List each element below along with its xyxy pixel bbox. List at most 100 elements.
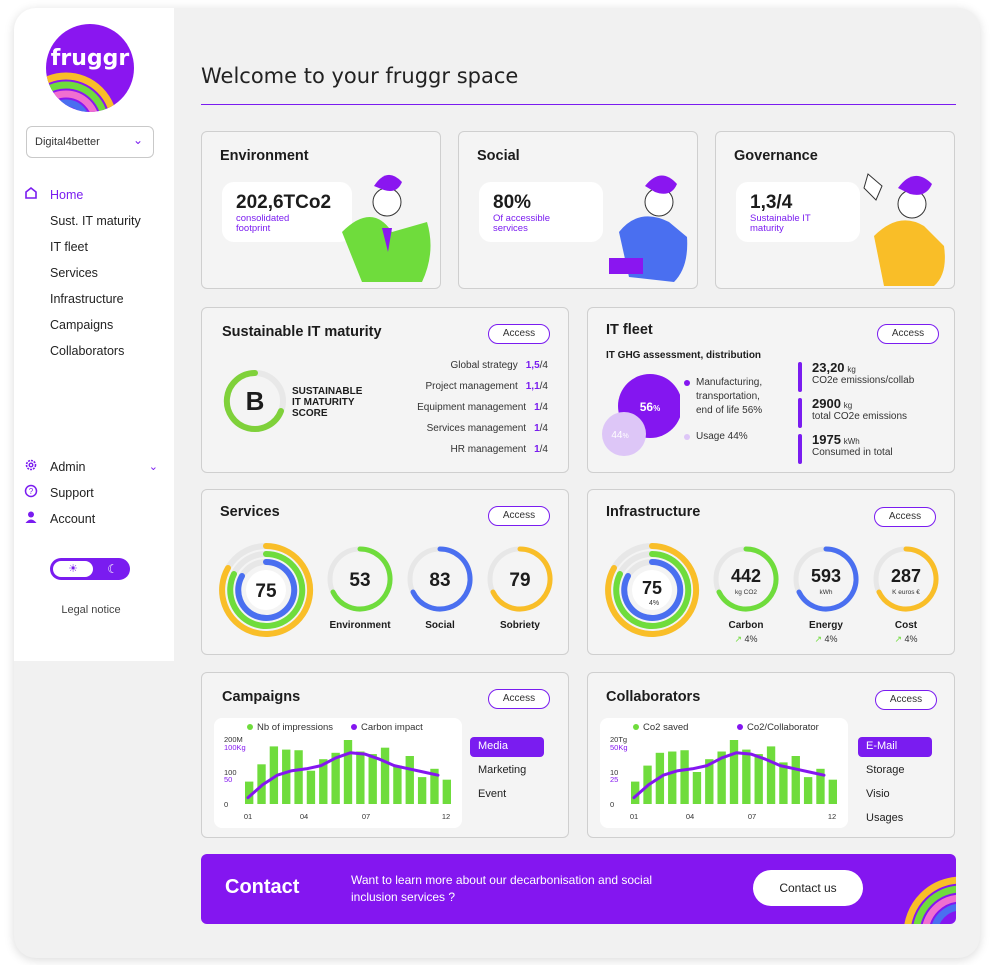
- maturity-grade: B: [246, 386, 265, 416]
- nav-item-campaigns[interactable]: Campaigns: [24, 316, 141, 342]
- pct-unit: %: [622, 433, 628, 440]
- menu-item-usages[interactable]: Usages: [858, 809, 932, 829]
- nav-item-services[interactable]: Services: [24, 264, 141, 290]
- manufacturing-pct: 56: [640, 400, 654, 414]
- legend-text: end of life 56%: [696, 405, 763, 416]
- card-title: Governance: [734, 148, 818, 164]
- legal-notice-link[interactable]: Legal notice: [14, 604, 168, 616]
- social-kpi: 80% Of accessible services: [479, 182, 603, 242]
- y-tick-label: 25: [610, 775, 618, 784]
- maturity-row-max: /4: [539, 402, 548, 413]
- organization-select[interactable]: Digital4better ⌄: [26, 126, 154, 158]
- nav-item-sust-it-maturity[interactable]: Sust. IT maturity: [24, 212, 141, 238]
- home-icon: [24, 186, 40, 202]
- nav-item-infrastructure[interactable]: Infrastructure: [24, 290, 141, 316]
- collaborators-access-button[interactable]: Access: [875, 690, 937, 710]
- usage-pct: 44: [611, 430, 623, 441]
- governance-card[interactable]: Governance 1,3/4 Sustainable IT maturity: [715, 131, 955, 289]
- menu-item-marketing[interactable]: Marketing: [470, 761, 544, 781]
- gauge-delta-value: 4%: [904, 634, 918, 644]
- bar: [380, 747, 390, 804]
- kpi-value: 202,6TCo2: [236, 192, 332, 213]
- gauge-sobriety: 79 Sobriety: [480, 544, 560, 648]
- legend-usage: Usage 44%: [684, 430, 762, 444]
- nav-label: IT fleet: [50, 240, 88, 254]
- nav-label: Admin: [50, 460, 86, 474]
- legend-manufacturing: Manufacturing, transportation, end of li…: [684, 376, 762, 418]
- metric-bar: [798, 434, 802, 464]
- fleet-metric: 1975 kWh Consumed in total: [798, 432, 948, 464]
- campaigns-card: Campaigns Access Nb of impressions Carbon…: [201, 672, 569, 838]
- logo-wordmark: fruggr: [50, 46, 130, 71]
- legend-label: Co2/Collaborator: [747, 722, 819, 733]
- maturity-row-value: 1,5: [525, 360, 540, 371]
- bar: [754, 754, 763, 804]
- contact-us-button[interactable]: Contact us: [753, 870, 863, 906]
- bar: [294, 750, 303, 804]
- bar: [742, 749, 751, 804]
- nav-item-it-fleet[interactable]: IT fleet: [24, 238, 141, 264]
- it-fleet-access-button[interactable]: Access: [877, 324, 939, 344]
- contact-title: Contact: [225, 876, 300, 898]
- menu-item-event[interactable]: Event: [470, 785, 544, 805]
- ghg-distribution-bubbles: 56% 44%: [602, 374, 680, 456]
- social-illustration: [609, 175, 688, 282]
- gauge-delta-value: 4%: [824, 634, 838, 644]
- social-card[interactable]: Social 80% Of accessible services: [458, 131, 698, 289]
- bar: [668, 751, 677, 804]
- maturity-row-label: Global strategy: [450, 360, 518, 371]
- card-title: Environment: [220, 148, 309, 164]
- sustainable-it-maturity-card: Sustainable IT maturity Access B SUSTAIN…: [201, 307, 569, 473]
- chevron-down-icon: ⌄: [148, 461, 158, 473]
- gauge-label: Carbon: [728, 620, 764, 631]
- nav-label: Home: [50, 188, 84, 202]
- menu-item-storage[interactable]: Storage: [858, 761, 932, 781]
- gauge-value: 79: [509, 570, 530, 591]
- main-nav: Home Sust. IT maturity IT fleet Services…: [24, 186, 141, 368]
- services-access-button[interactable]: Access: [488, 506, 550, 526]
- menu-item-visio[interactable]: Visio: [858, 785, 932, 805]
- nav-item-admin[interactable]: Admin ⌄: [24, 458, 164, 484]
- x-tick-label: 04: [300, 812, 308, 821]
- maturity-row-label: Project management: [425, 381, 518, 392]
- nav-item-home[interactable]: Home: [24, 186, 141, 212]
- infrastructure-access-button[interactable]: Access: [874, 507, 936, 527]
- bar: [680, 750, 689, 804]
- menu-item-media[interactable]: Media: [470, 737, 544, 757]
- maturity-access-button[interactable]: Access: [488, 324, 550, 344]
- gauge-delta-value: 4%: [744, 634, 758, 644]
- kpi-value: 1,3/4: [750, 192, 793, 213]
- gauge-social: 83 Social: [400, 544, 480, 648]
- legend-label: Nb of impressions: [257, 722, 333, 733]
- legend-text: Usage 44%: [696, 431, 748, 442]
- menu-item-e-mail[interactable]: E-Mail: [858, 737, 932, 757]
- fleet-metric: 23,20 kg CO2e emissions/collab: [798, 360, 948, 392]
- gauge-ring: 593 kWh: [793, 546, 859, 612]
- maturity-row-label: Services management: [426, 423, 527, 434]
- bar: [791, 756, 800, 804]
- bar: [692, 772, 702, 804]
- x-tick-label: 07: [748, 812, 756, 821]
- gear-icon: [24, 458, 40, 474]
- governance-illustration: [863, 173, 945, 286]
- gauge-environment: 53 Environment: [320, 544, 400, 648]
- theme-toggle[interactable]: ☀ ☾: [50, 558, 130, 580]
- fleet-metric: 2900 kg total CO2e emissions: [798, 396, 948, 428]
- environment-card[interactable]: Environment 202,6TCo2 consolidated footp…: [201, 131, 441, 289]
- fruggr-logo[interactable]: fruggr: [46, 24, 134, 112]
- campaigns-chart: Nb of impressions Carbon impact 200M 100Kg 1…: [214, 718, 462, 828]
- bar: [766, 746, 776, 804]
- collaborators-chart: Co2 saved Co2/Collaborator 20Tg 50Kg 10 25 0 01…: [600, 718, 848, 828]
- nav-item-account[interactable]: Account: [24, 510, 164, 536]
- campaigns-menu: Media Marketing Event: [470, 737, 544, 809]
- nav-item-collaborators[interactable]: Collaborators: [24, 342, 141, 368]
- gauge-ring: 83: [407, 546, 473, 612]
- nav-item-support[interactable]: ? Support: [24, 484, 164, 510]
- chevron-down-icon: ⌄: [132, 133, 143, 147]
- campaigns-access-button[interactable]: Access: [488, 689, 550, 709]
- y-tick-label: 50Kg: [610, 743, 628, 752]
- nav-label: Account: [50, 512, 96, 526]
- metric-value: 23,20: [812, 360, 845, 375]
- maturity-row-max: /4: [539, 360, 548, 371]
- gauge-ring: 53: [327, 546, 393, 612]
